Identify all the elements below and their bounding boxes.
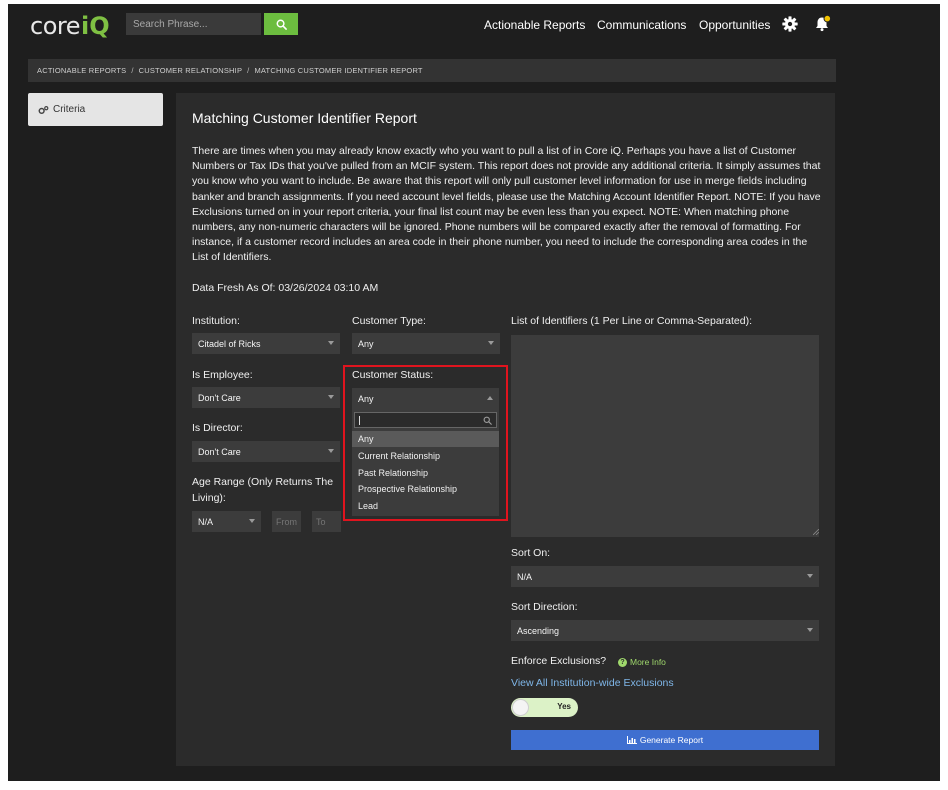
sidebar-item-label: Criteria [53, 104, 86, 115]
age-range-value: N/A [198, 516, 214, 527]
toggle-text: Yes [557, 702, 571, 711]
sort-direction-select[interactable]: Ascending [511, 620, 819, 641]
institution-value: Citadel of Ricks [198, 338, 261, 349]
gear-icon[interactable] [781, 15, 799, 33]
sort-on-select[interactable]: N/A [511, 566, 819, 587]
report-panel: Matching Customer Identifier Report Ther… [176, 93, 835, 766]
search-icon [276, 19, 287, 30]
app-window: coreiQ Actionable Reports Communications… [8, 4, 940, 781]
notification-bell-icon[interactable] [813, 14, 833, 34]
identifiers-textarea[interactable] [511, 335, 819, 537]
is-director-select[interactable]: Don't Care [192, 441, 340, 462]
breadcrumb-actionable-reports[interactable]: ACTIONABLE REPORTS [37, 66, 126, 75]
is-employee-label: Is Employee: [192, 369, 253, 381]
chevron-down-icon [807, 574, 813, 578]
question-icon: ? [618, 657, 627, 667]
view-exclusions-link[interactable]: View All Institution-wide Exclusions [511, 677, 674, 689]
bar-chart-icon [626, 736, 637, 744]
breadcrumb-separator: / [247, 66, 250, 75]
logo-core-text: core [30, 12, 80, 40]
nav-actionable-reports[interactable]: Actionable Reports [484, 18, 585, 32]
breadcrumb-separator: / [131, 66, 134, 75]
breadcrumb-customer-relationship[interactable]: CUSTOMER RELATIONSHIP [139, 66, 243, 75]
breadcrumb-current-page: MATCHING CUSTOMER IDENTIFIER REPORT [254, 66, 423, 75]
breadcrumb: ACTIONABLE REPORTS / CUSTOMER RELATIONSH… [28, 59, 836, 82]
customer-type-value: Any [358, 338, 374, 349]
customer-type-select[interactable]: Any [352, 333, 500, 354]
chevron-down-icon [328, 395, 334, 399]
sort-on-value: N/A [517, 571, 533, 582]
identifiers-label: List of Identifiers (1 Per Line or Comma… [511, 315, 753, 327]
search-button[interactable] [264, 13, 298, 35]
is-employee-select[interactable]: Don't Care [192, 387, 340, 408]
nav-opportunities[interactable]: Opportunities [699, 18, 770, 32]
logo-iq-text: iQ [80, 12, 110, 40]
is-director-value: Don't Care [198, 446, 241, 457]
institution-select[interactable]: Citadel of Ricks [192, 333, 340, 354]
nav-communications[interactable]: Communications [597, 18, 686, 32]
institution-label: Institution: [192, 315, 240, 327]
core-iq-logo[interactable]: core iQ [30, 12, 110, 40]
data-fresh-timestamp: Data Fresh As Of: 03/26/2024 03:10 AM [192, 282, 379, 294]
enforce-exclusions-toggle[interactable]: Yes [511, 698, 578, 717]
age-to-input[interactable] [312, 511, 341, 532]
chevron-down-icon [807, 628, 813, 632]
generate-report-label: Generate Report [639, 735, 704, 745]
search-input[interactable] [126, 13, 261, 35]
is-director-label: Is Director: [192, 422, 243, 434]
report-description: There are times when you may already kno… [192, 145, 821, 264]
gears-icon [38, 105, 49, 114]
resize-handle-icon[interactable] [813, 529, 819, 535]
chevron-down-icon [249, 519, 255, 523]
sort-direction-label: Sort Direction: [511, 601, 578, 613]
toggle-knob[interactable] [512, 699, 529, 716]
customer-type-label: Customer Type: [352, 315, 426, 327]
sort-direction-value: Ascending [517, 625, 560, 636]
age-range-select[interactable]: N/A [192, 511, 261, 532]
age-from-input[interactable] [272, 511, 301, 532]
sort-on-label: Sort On: [511, 547, 551, 559]
top-nav: coreiQ Actionable Reports Communications… [8, 4, 940, 46]
chevron-down-icon [328, 449, 334, 453]
page-title: Matching Customer Identifier Report [192, 110, 417, 126]
chevron-down-icon [488, 341, 494, 345]
more-info-text: More Info [630, 657, 666, 667]
more-info-link[interactable]: ? More Info [618, 657, 666, 667]
enforce-exclusions-label: Enforce Exclusions? [511, 655, 607, 667]
generate-report-button[interactable]: Generate Report [511, 730, 819, 750]
sidebar-item-criteria[interactable]: Criteria [28, 93, 163, 126]
age-range-label: Age Range (Only Returns The Living): [192, 476, 334, 504]
customer-status-highlight-box [343, 365, 508, 521]
chevron-down-icon [328, 341, 334, 345]
is-employee-value: Don't Care [198, 392, 241, 403]
